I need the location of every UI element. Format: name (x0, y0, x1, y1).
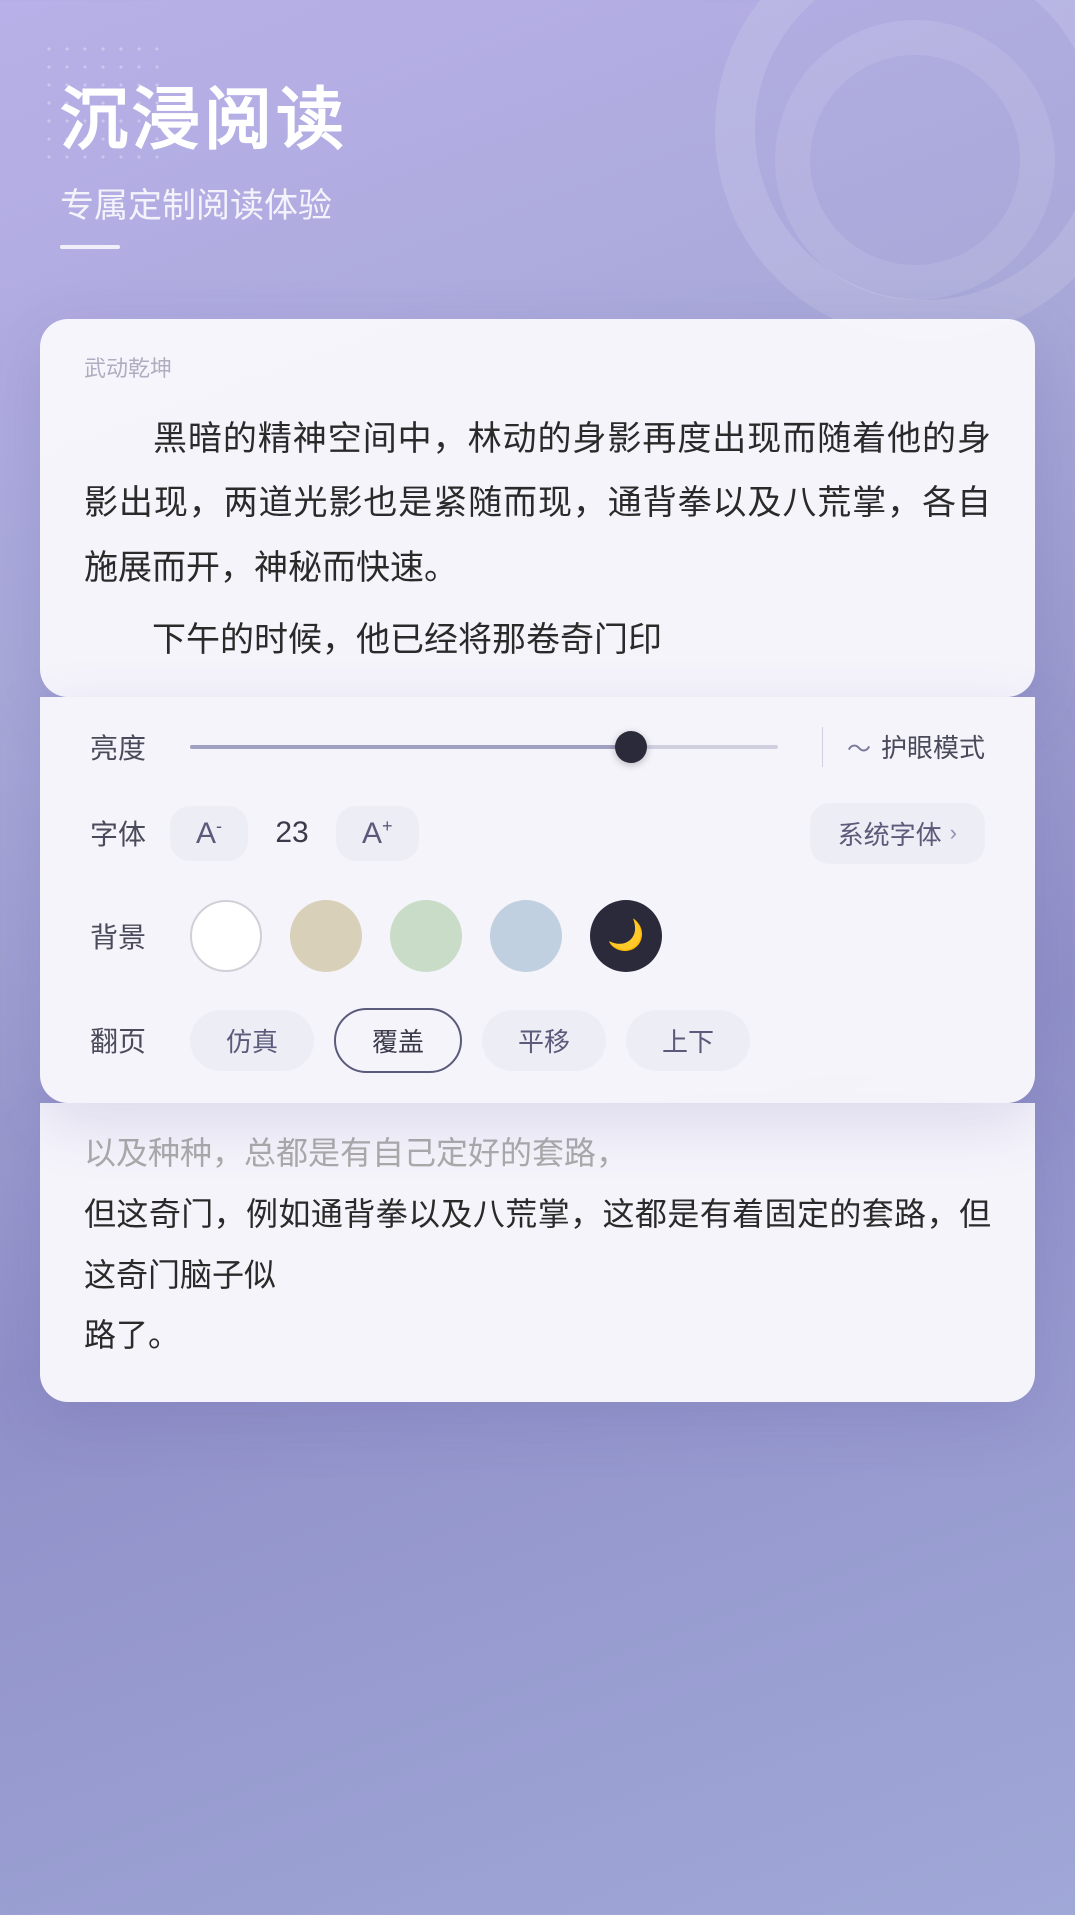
divider-vertical (822, 727, 823, 767)
font-controls: A- 23 A+ (170, 806, 419, 861)
font-row: 字体 A- 23 A+ 系统字体 › (90, 803, 985, 864)
hero-subtitle: 专属定制阅读体验 (60, 178, 1015, 227)
bottom-paragraph-1: 但这奇门，例如通背拳以及八荒掌，这都是有着固定的套路，但这奇门脑子似 (84, 1184, 991, 1306)
font-family-button[interactable]: 系统字体 › (810, 803, 985, 864)
bg-beige-option[interactable] (290, 900, 362, 972)
slider-fill (190, 745, 631, 749)
background-row: 背景 🌙 (90, 900, 985, 972)
bg-sky-option[interactable] (490, 900, 562, 972)
moon-icon: 🌙 (607, 918, 644, 953)
book-title: 武动乾坤 (84, 351, 991, 383)
eye-mode-toggle[interactable]: 〜 护眼模式 (847, 728, 985, 765)
page-vertical-button[interactable]: 上下 (626, 1010, 750, 1071)
font-increase-button[interactable]: A+ (336, 806, 419, 861)
page-slide-button[interactable]: 平移 (482, 1010, 606, 1071)
bottom-blur-text: 以及种种，总都是有自己定好的套路， (84, 1123, 991, 1184)
bg-night-option[interactable]: 🌙 (590, 900, 662, 972)
page-turn-label: 翻页 (90, 1020, 170, 1060)
hero-section: 沉浸阅读 专属定制阅读体验 (0, 0, 1075, 289)
font-decrease-button[interactable]: A- (170, 806, 248, 861)
page-turn-row: 翻页 仿真 覆盖 平移 上下 (90, 1008, 985, 1073)
eye-mode-label: 护眼模式 (881, 728, 985, 765)
reading-card: 武动乾坤 黑暗的精神空间中，林动的身影再度出现而随着他的身影出现，两道光影也是紧… (40, 319, 1035, 697)
slider-track[interactable] (190, 745, 778, 749)
bottom-paragraph-2: 路了。 (84, 1305, 991, 1366)
bg-white-option[interactable] (190, 900, 262, 972)
background-label: 背景 (90, 916, 170, 956)
settings-panel: 亮度 〜 护眼模式 字体 A- 23 A+ 系统字体 › 背景 (40, 697, 1035, 1103)
hero-title: 沉浸阅读 (60, 80, 1015, 162)
brightness-label: 亮度 (90, 727, 170, 767)
reading-paragraph-1: 黑暗的精神空间中，林动的身影再度出现而随着他的身影出现，两道光影也是紧随而现，通… (84, 407, 991, 601)
page-cover-button[interactable]: 覆盖 (334, 1008, 462, 1073)
bottom-reading-section: 以及种种，总都是有自己定好的套路， 但这奇门，例如通背拳以及八荒掌，这都是有着固… (40, 1103, 1035, 1402)
font-size-display: 23 (272, 816, 312, 850)
eye-icon: 〜 (847, 729, 871, 764)
hero-divider (60, 245, 120, 249)
bg-mint-option[interactable] (390, 900, 462, 972)
chevron-right-icon: › (950, 820, 957, 846)
page-simulated-button[interactable]: 仿真 (190, 1010, 314, 1071)
slider-thumb[interactable] (615, 731, 647, 763)
brightness-slider-wrap (190, 745, 778, 749)
reading-paragraph-2: 下午的时候，他已经将那卷奇门印 (84, 608, 991, 673)
brightness-row: 亮度 〜 护眼模式 (90, 727, 985, 767)
page-turn-options: 仿真 覆盖 平移 上下 (190, 1008, 750, 1073)
background-options: 🌙 (190, 900, 662, 972)
font-family-label: 系统字体 (838, 815, 942, 852)
font-label: 字体 (90, 813, 170, 853)
